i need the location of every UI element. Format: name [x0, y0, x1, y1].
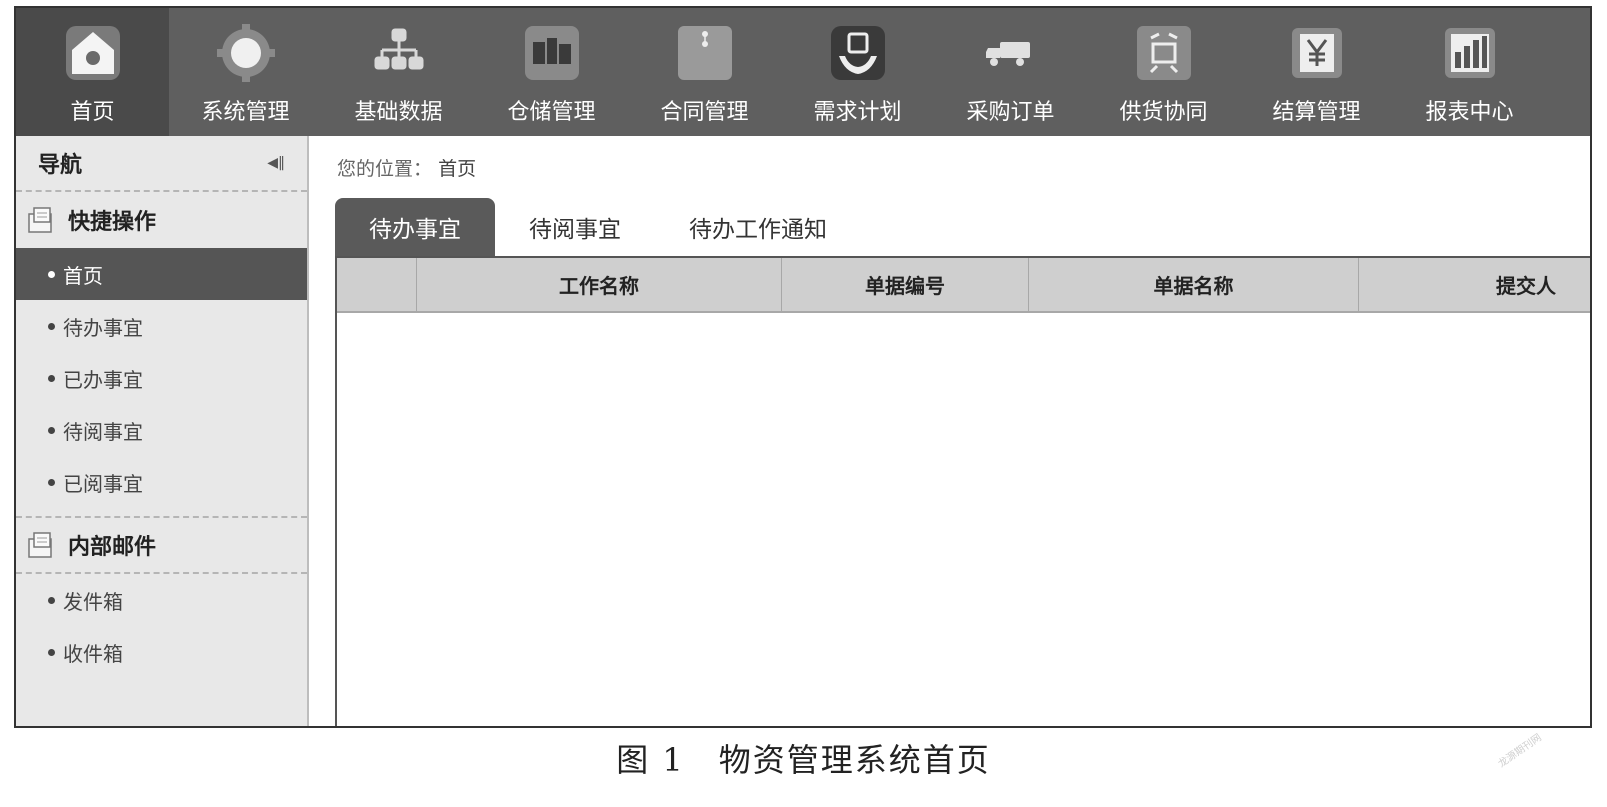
- sidebar: 导航 ◀‖ 快捷操作 首页 待办事宜 已办事宜 待阅事宜 已阅事宜 内部邮件 发…: [16, 136, 309, 726]
- sidebar-item-label: 待办事宜: [63, 315, 143, 340]
- breadcrumb-current[interactable]: 首页: [438, 158, 476, 180]
- demand-plan-icon: [827, 22, 889, 84]
- sidebar-header: 导航 ◀‖: [16, 136, 307, 192]
- app-window: 首页 系统管理 基础数据 仓储管理 合同管理 需求计划 采购订单 供货协同 结算…: [14, 6, 1592, 728]
- tab-pending-tasks[interactable]: 待办事宜: [335, 198, 495, 256]
- sidebar-item-to-read[interactable]: 待阅事宜: [16, 404, 307, 456]
- folder-icon: [28, 207, 52, 233]
- truck-icon: [980, 22, 1042, 84]
- nav-label: 合同管理: [660, 100, 749, 125]
- sidebar-item-home[interactable]: 首页: [16, 248, 307, 300]
- column-header-document-name[interactable]: 单据名称: [1029, 258, 1359, 311]
- tab-to-read[interactable]: 待阅事宜: [495, 198, 655, 256]
- collapse-sidebar-icon[interactable]: ◀‖: [267, 155, 285, 171]
- nav-warehouse[interactable]: 仓储管理: [475, 8, 628, 136]
- breadcrumb-label: 您的位置：: [337, 158, 433, 180]
- bullet-icon: [48, 648, 55, 656]
- supply-icon: [1133, 22, 1195, 84]
- bullet-icon: [48, 270, 55, 278]
- nav-label: 结算管理: [1272, 100, 1361, 125]
- nav-label: 仓储管理: [507, 100, 596, 125]
- sidebar-item-outbox[interactable]: 发件箱: [16, 574, 307, 626]
- nav-contract[interactable]: 合同管理: [628, 8, 781, 136]
- sidebar-item-label: 收件箱: [63, 641, 123, 666]
- nav-label: 需求计划: [813, 100, 902, 125]
- sidebar-item-inbox[interactable]: 收件箱: [16, 626, 307, 678]
- sidebar-item-label: 首页: [63, 263, 103, 288]
- home-icon: [62, 22, 124, 84]
- main-content: 您的位置： 首页 待办事宜 待阅事宜 待办工作通知 工作名称 单据编号 单据名称…: [309, 136, 1590, 726]
- nav-home[interactable]: 首页: [16, 8, 169, 136]
- sidebar-item-pending-tasks[interactable]: 待办事宜: [16, 300, 307, 352]
- bullet-icon: [48, 478, 55, 486]
- sidebar-item-label: 已办事宜: [63, 367, 143, 392]
- sidebar-item-read[interactable]: 已阅事宜: [16, 456, 307, 508]
- yen-icon: [1286, 22, 1348, 84]
- sidebar-group-internal-mail[interactable]: 内部邮件: [16, 518, 307, 574]
- sidebar-item-done-tasks[interactable]: 已办事宜: [16, 352, 307, 404]
- nav-label: 基础数据: [354, 100, 443, 125]
- sidebar-group-quick-actions[interactable]: 快捷操作: [16, 192, 307, 248]
- warehouse-icon: [521, 22, 583, 84]
- nav-purchase-order[interactable]: 采购订单: [934, 8, 1087, 136]
- nav-label: 首页: [70, 100, 115, 125]
- folder-icon: [28, 532, 52, 558]
- bullet-icon: [48, 322, 55, 330]
- bullet-icon: [48, 426, 55, 434]
- hierarchy-icon: [368, 22, 430, 84]
- nav-label: 报表中心: [1425, 100, 1514, 125]
- sidebar-item-label: 已阅事宜: [63, 471, 143, 496]
- nav-label: 供货协同: [1119, 100, 1208, 125]
- nav-label: 系统管理: [201, 100, 290, 125]
- column-header-work-name[interactable]: 工作名称: [417, 258, 782, 311]
- sidebar-title: 导航: [38, 153, 83, 178]
- sidebar-item-label: 发件箱: [63, 589, 123, 614]
- sidebar-group-title: 内部邮件: [68, 535, 157, 560]
- breadcrumb: 您的位置： 首页: [337, 154, 476, 181]
- tab-bar: 待办事宜 待阅事宜 待办工作通知: [335, 194, 861, 256]
- bullet-icon: [48, 374, 55, 382]
- nav-system-management[interactable]: 系统管理: [169, 8, 322, 136]
- nav-settlement[interactable]: 结算管理: [1240, 8, 1393, 136]
- table-header: 工作名称 单据编号 单据名称 提交人: [337, 258, 1590, 313]
- sidebar-item-label: 待阅事宜: [63, 419, 143, 444]
- column-header-document-number[interactable]: 单据编号: [782, 258, 1029, 311]
- nav-base-data[interactable]: 基础数据: [322, 8, 475, 136]
- figure-caption: 图 1 物资管理系统首页: [616, 741, 991, 779]
- tab-pending-notifications[interactable]: 待办工作通知: [655, 198, 861, 256]
- sidebar-group-title: 快捷操作: [68, 210, 157, 235]
- gear-icon: [215, 22, 277, 84]
- top-navigation-bar: 首页 系统管理 基础数据 仓储管理 合同管理 需求计划 采购订单 供货协同 结算…: [16, 8, 1590, 136]
- nav-label: 采购订单: [966, 100, 1055, 125]
- nav-report-center[interactable]: 报表中心: [1393, 8, 1546, 136]
- column-header-checkbox[interactable]: [337, 258, 417, 311]
- bar-chart-icon: [1439, 22, 1501, 84]
- contract-icon: [674, 22, 736, 84]
- nav-supply-collaboration[interactable]: 供货协同: [1087, 8, 1240, 136]
- nav-demand-plan[interactable]: 需求计划: [781, 8, 934, 136]
- column-header-submitter[interactable]: 提交人: [1359, 258, 1590, 311]
- tab-panel: 工作名称 单据编号 单据名称 提交人: [335, 256, 1590, 726]
- bullet-icon: [48, 596, 55, 604]
